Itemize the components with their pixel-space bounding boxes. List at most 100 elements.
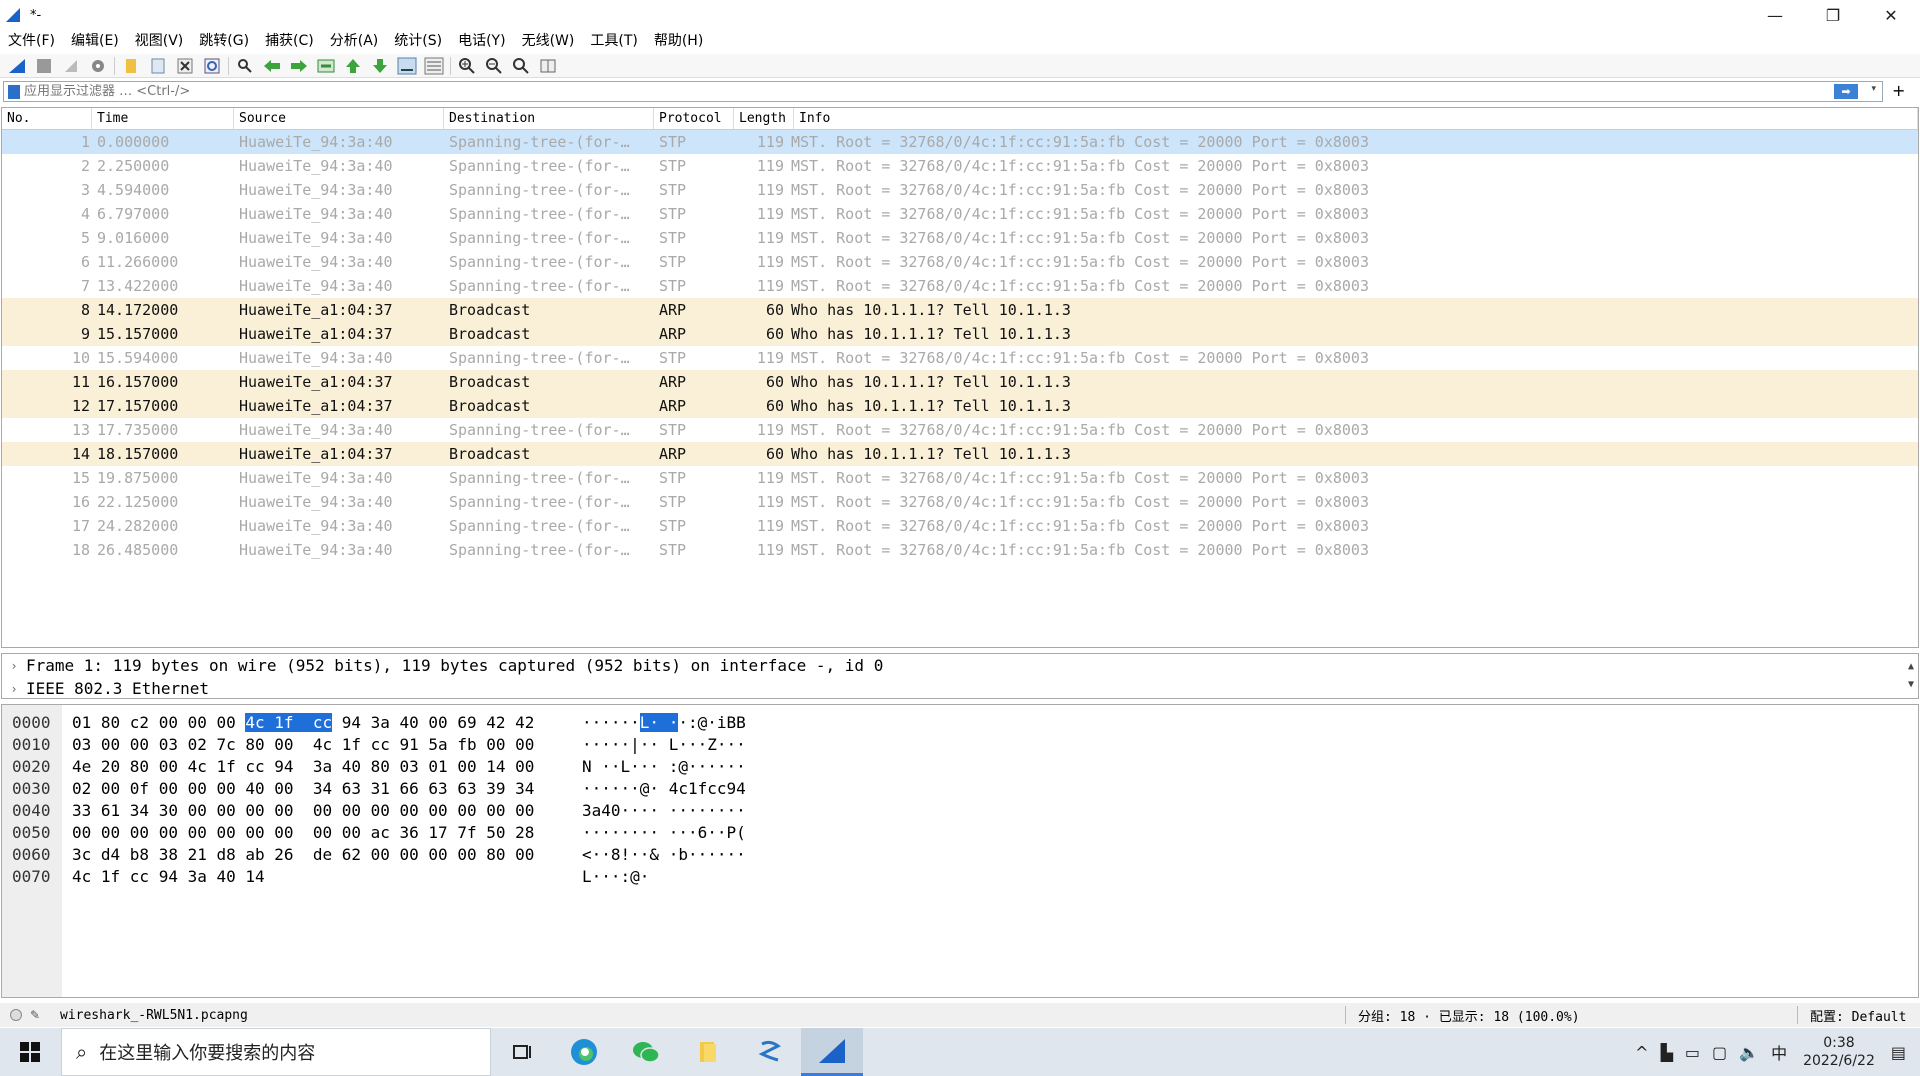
zoom-in-icon[interactable] (456, 56, 478, 76)
shark-fin-start-icon[interactable] (6, 56, 28, 76)
packet-row[interactable]: 16 22.125000 HuaweiTe_94:3a:40 Spanning-tre… (2, 490, 1918, 514)
menu-item[interactable]: 分析(A) (322, 30, 387, 52)
menu-item[interactable]: 捕获(C) (257, 30, 322, 52)
ascii-bytes[interactable]: <··8!··& ·b······ (572, 845, 746, 864)
packet-row[interactable]: 3 4.594000 HuaweiTe_94:3a:40 Spanning-tree-… (2, 178, 1918, 202)
menu-item[interactable]: 统计(S) (386, 30, 450, 52)
packet-row[interactable]: 1 0.000000 HuaweiTe_94:3a:40 Spanning-tree-… (2, 130, 1918, 154)
menu-item[interactable]: 跳转(G) (191, 30, 257, 52)
column-header-info[interactable]: Info (794, 108, 1918, 129)
task-view-button[interactable] (491, 1028, 553, 1076)
filter-history-dropdown-icon[interactable]: ▾ (1871, 84, 1876, 94)
column-header-destination[interactable]: Destination (444, 108, 654, 129)
volume-icon[interactable]: 🔈 (1739, 1043, 1759, 1062)
detail-tree-item[interactable]: › IEEE 802.3 Ethernet (2, 677, 1918, 700)
taskbar-ensp-button[interactable] (739, 1028, 801, 1076)
restart-capture-icon[interactable] (60, 56, 82, 76)
ascii-bytes[interactable]: L···:@· (572, 867, 649, 886)
input-method-indicator[interactable]: 中 (1771, 1040, 1787, 1064)
autoscroll-icon[interactable] (396, 56, 418, 76)
filter-bookmark-icon[interactable] (8, 84, 20, 99)
colorize-icon[interactable] (423, 56, 445, 76)
column-header-time[interactable]: Time (92, 108, 234, 129)
zoom-normal-icon[interactable] (510, 56, 532, 76)
packet-row[interactable]: 14 18.157000 HuaweiTe_a1:04:37 Broadcast ARP… (2, 442, 1918, 466)
menu-item[interactable]: 电话(Y) (450, 30, 513, 52)
display-filter-field[interactable]: ➡ ▾ (3, 81, 1883, 102)
hex-bytes[interactable]: 3c d4 b8 38 21 d8 ab 26 de 62 00 00 00 0… (62, 845, 572, 864)
ascii-bytes[interactable]: ······@· 4c1fcc94 (572, 779, 746, 798)
packet-row[interactable]: 9 15.157000 HuaweiTe_a1:04:37 Broadcast ARP 6… (2, 322, 1918, 346)
packet-row[interactable]: 12 17.157000 HuaweiTe_a1:04:37 Broadcast ARP… (2, 394, 1918, 418)
reload-file-icon[interactable] (201, 56, 223, 76)
network-icon[interactable]: ▢ (1712, 1043, 1727, 1062)
detail-tree-item[interactable]: › Frame 1: 119 bytes on wire (952 bits), … (2, 654, 1918, 677)
menu-item[interactable]: 无线(W) (514, 30, 583, 52)
column-header-no[interactable]: No. (2, 108, 92, 129)
ascii-bytes[interactable]: ·····|·· L···Z··· (572, 735, 746, 754)
battery-icon[interactable]: ▭ (1685, 1043, 1700, 1062)
column-header-protocol[interactable]: Protocol (654, 108, 734, 129)
expert-info-indicator-icon[interactable] (10, 1009, 22, 1021)
column-header-source[interactable]: Source (234, 108, 444, 129)
taskbar-clock[interactable]: 0:38 2022/6/22 (1803, 1034, 1875, 1070)
packet-row[interactable]: 8 14.172000 HuaweiTe_a1:04:37 Broadcast ARP 6… (2, 298, 1918, 322)
close-file-icon[interactable] (174, 56, 196, 76)
go-last-icon[interactable] (369, 56, 391, 76)
save-file-icon[interactable] (147, 56, 169, 76)
open-file-icon[interactable] (120, 56, 142, 76)
start-button[interactable] (0, 1028, 60, 1076)
packet-row[interactable]: 13 17.735000 HuaweiTe_94:3a:40 Spanning-tre… (2, 418, 1918, 442)
show-hidden-icons-icon[interactable]: ^ (1635, 1043, 1648, 1062)
taskbar-wechat-button[interactable] (615, 1028, 677, 1076)
hex-bytes[interactable]: 00 00 00 00 00 00 00 00 00 00 ac 36 17 7… (62, 823, 572, 842)
taskbar-search-box[interactable]: ⌕ 在这里输入你要搜索的内容 (61, 1028, 491, 1076)
stop-capture-icon[interactable] (33, 56, 55, 76)
hex-bytes[interactable]: 01 80 c2 00 00 00 4c 1f cc 94 3a 40 00 6… (62, 712, 572, 732)
add-filter-button[interactable]: + (1892, 81, 1905, 100)
ascii-bytes[interactable]: ······L· ··:@·iBB (572, 712, 746, 732)
hex-bytes[interactable]: 4e 20 80 00 4c 1f cc 94 3a 40 80 03 01 0… (62, 757, 572, 776)
ascii-bytes[interactable]: ········ ···6··P( (572, 823, 746, 842)
packet-row[interactable]: 6 11.266000 HuaweiTe_94:3a:40 Spanning-tree… (2, 250, 1918, 274)
hex-bytes[interactable]: 03 00 00 03 02 7c 80 00 4c 1f cc 91 5a f… (62, 735, 572, 754)
capture-options-icon[interactable] (87, 56, 109, 76)
go-first-icon[interactable] (342, 56, 364, 76)
menu-item[interactable]: 视图(V) (127, 30, 192, 52)
hex-bytes[interactable]: 02 00 0f 00 00 00 40 00 34 63 31 66 63 6… (62, 779, 572, 798)
packet-row[interactable]: 18 26.485000 HuaweiTe_94:3a:40 Spanning-tre… (2, 538, 1918, 562)
restore-button[interactable]: ❐ (1804, 0, 1862, 30)
display-filter-input[interactable] (24, 84, 1724, 99)
find-packet-icon[interactable] (234, 56, 256, 76)
resize-columns-icon[interactable] (537, 56, 559, 76)
packet-row[interactable]: 4 6.797000 HuaweiTe_94:3a:40 Spanning-tree-… (2, 202, 1918, 226)
apply-filter-button[interactable]: ➡ (1834, 84, 1858, 99)
menu-item[interactable]: 文件(F) (0, 30, 63, 52)
packet-row[interactable]: 2 2.250000 HuaweiTe_94:3a:40 Spanning-tree-… (2, 154, 1918, 178)
status-profile[interactable]: 配置: Default (1810, 1006, 1906, 1025)
taskbar-file-explorer-button[interactable] (677, 1028, 739, 1076)
hex-bytes[interactable]: 33 61 34 30 00 00 00 00 00 00 00 00 00 0… (62, 801, 572, 820)
expand-arrow-icon[interactable]: › (2, 659, 26, 673)
go-forward-icon[interactable] (288, 56, 310, 76)
packet-row[interactable]: 10 15.594000 HuaweiTe_94:3a:40 Spanning-tre… (2, 346, 1918, 370)
details-scrollbar[interactable]: ▲ ▼ (1908, 658, 1914, 694)
menu-item[interactable]: 帮助(H) (646, 30, 711, 52)
taskbar-edge-button[interactable] (553, 1028, 615, 1076)
close-button[interactable]: ✕ (1862, 0, 1920, 30)
menu-item[interactable]: 编辑(E) (63, 30, 127, 52)
ascii-bytes[interactable]: N ··L··· :@······ (572, 757, 746, 776)
ascii-bytes[interactable]: 3a40···· ········ (572, 801, 746, 820)
notification-center-icon[interactable]: ▤ (1891, 1043, 1906, 1062)
capture-comment-icon[interactable]: ✎ (30, 1008, 44, 1022)
packet-row[interactable]: 11 16.157000 HuaweiTe_a1:04:37 Broadcast ARP… (2, 370, 1918, 394)
column-header-length[interactable]: Length (734, 108, 794, 129)
minimize-button[interactable]: — (1746, 0, 1804, 30)
zoom-out-icon[interactable] (483, 56, 505, 76)
taskbar-wireshark-button[interactable] (801, 1028, 863, 1076)
pinned-app-tray-icon[interactable]: ▙ (1661, 1043, 1673, 1062)
menu-item[interactable]: 工具(T) (582, 30, 645, 52)
packet-row[interactable]: 5 9.016000 HuaweiTe_94:3a:40 Spanning-tree-… (2, 226, 1918, 250)
expand-arrow-icon[interactable]: › (2, 682, 26, 696)
packet-row[interactable]: 15 19.875000 HuaweiTe_94:3a:40 Spanning-tre… (2, 466, 1918, 490)
